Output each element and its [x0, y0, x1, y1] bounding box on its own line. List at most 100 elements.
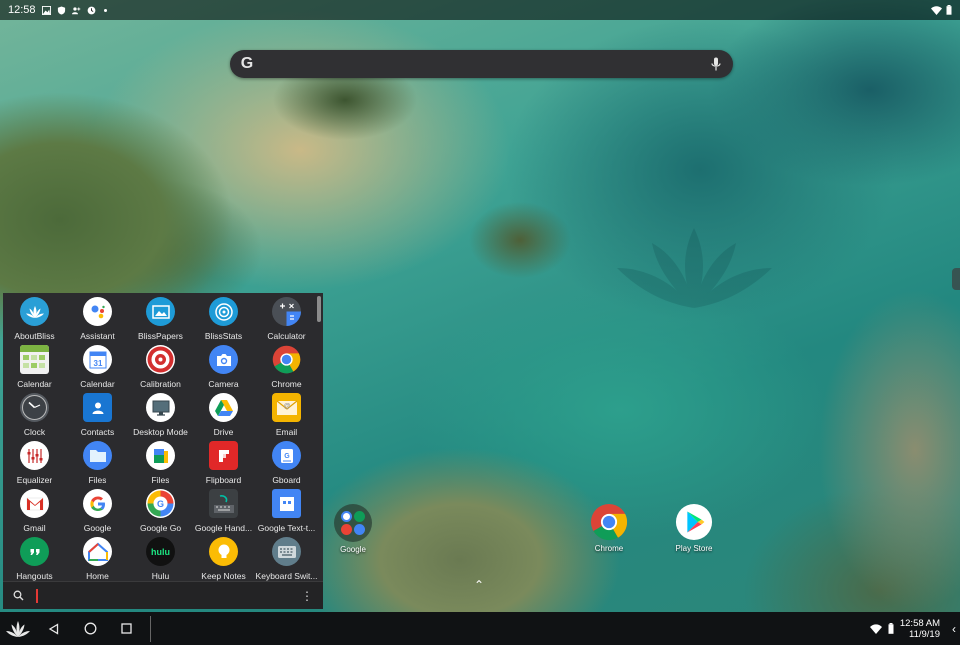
bliss-lotus-icon [20, 297, 49, 326]
more-vert-icon[interactable]: ⋮ [301, 590, 313, 602]
google-logo: G [240, 55, 254, 72]
app-label: Chrome [271, 379, 302, 389]
battery-icon [888, 623, 894, 634]
home-icon [84, 622, 96, 635]
svg-text:G: G [157, 499, 164, 509]
taskbar-clock[interactable]: 12:58 AM 11/9/19 [900, 618, 940, 640]
app-item-clock[interactable]: Clock [3, 391, 66, 439]
app-label: Equalizer [16, 475, 53, 485]
app-item-keyboard-switcher[interactable]: Keyboard Swit... [255, 535, 318, 583]
app-item-chrome[interactable]: Chrome [255, 343, 318, 391]
app-item-aboutbliss[interactable]: AboutBliss [3, 295, 66, 343]
assistant-icon [83, 297, 112, 326]
contacts-icon [83, 393, 112, 422]
app-item-home[interactable]: Home [66, 535, 129, 583]
app-item-google-go[interactable]: G Google Go [129, 487, 192, 535]
app-item-files-1[interactable]: Files [66, 439, 129, 487]
app-label: Keyboard Swit... [255, 571, 318, 581]
taskbar: 12:58 AM 11/9/19 ‹ [0, 612, 960, 645]
app-item-desktop-mode[interactable]: Desktop Mode [129, 391, 192, 439]
app-label: Gboard [272, 475, 301, 485]
app-item-hulu[interactable]: hulu Hulu [129, 535, 192, 583]
app-item-equalizer[interactable]: Equalizer [3, 439, 66, 487]
app-label: BlissPapers [138, 331, 183, 341]
app-item-hangouts[interactable]: Hangouts [3, 535, 66, 583]
app-item-blissstats[interactable]: BlissStats [192, 295, 255, 343]
gboard-icon: G [272, 441, 301, 470]
app-item-keep-notes[interactable]: Keep Notes [192, 535, 255, 583]
app-item-calendar-2[interactable]: 31 Calendar [66, 343, 129, 391]
keep-bulb-icon [209, 537, 238, 566]
desktop-icon-google-folder[interactable]: Google [318, 504, 388, 554]
hangouts-icon [20, 537, 49, 566]
app-drawer-up-arrow-icon[interactable]: ⌃ [474, 578, 484, 592]
equalizer-icon [20, 441, 49, 470]
system-tray[interactable]: 12:58 AM 11/9/19 ‹ [869, 618, 960, 640]
home-button[interactable] [72, 612, 108, 645]
calculator-icon [272, 297, 301, 326]
app-label: Google Text-t... [257, 523, 316, 533]
app-item-calibration[interactable]: Calibration [129, 343, 192, 391]
back-icon [48, 622, 59, 635]
app-item-google[interactable]: Google [66, 487, 129, 535]
drawer-search-bar[interactable]: ⋮ [3, 581, 323, 609]
chrome-icon [272, 345, 301, 374]
bliss-home-button[interactable] [0, 612, 36, 645]
text-to-speech-icon [272, 489, 301, 518]
monitor-icon [146, 393, 175, 422]
app-item-calculator[interactable]: Calculator [255, 295, 318, 343]
google-go-icon: G [146, 489, 175, 518]
app-item-blisspapers[interactable]: BlissPapers [129, 295, 192, 343]
desktop-icon-chrome[interactable]: Chrome [574, 503, 644, 553]
drive-icon [209, 393, 238, 422]
google-icon [83, 489, 112, 518]
files-go-icon [146, 441, 175, 470]
app-item-gboard[interactable]: G Gboard [255, 439, 318, 487]
app-item-drive[interactable]: Drive [192, 391, 255, 439]
recents-button[interactable] [108, 612, 144, 645]
app-item-calendar-1[interactable]: Calendar [3, 343, 66, 391]
app-label: Drive [213, 427, 234, 437]
email-icon: @ [272, 393, 301, 422]
camera-icon [209, 345, 238, 374]
keyboard-icon [272, 537, 301, 566]
taskbar-divider [150, 615, 151, 642]
flipboard-icon [209, 441, 238, 470]
edge-handle[interactable] [952, 268, 960, 290]
app-item-assistant[interactable]: Assistant [66, 295, 129, 343]
app-item-flipboard[interactable]: Flipboard [192, 439, 255, 487]
app-label: Hangouts [16, 571, 53, 581]
app-label: Contacts [80, 427, 115, 437]
svg-text:G: G [284, 453, 290, 460]
app-label: Clock [23, 427, 46, 437]
clock-time: 12:58 AM [899, 617, 940, 629]
app-label: Google Hand... [194, 523, 253, 533]
calendar-grid-icon [20, 345, 49, 374]
blisspapers-icon [146, 297, 175, 326]
google-search-bar[interactable]: G [230, 50, 733, 78]
app-label: Camera [208, 379, 239, 389]
app-item-contacts[interactable]: Contacts [66, 391, 129, 439]
search-icon [13, 590, 24, 601]
app-item-files-2[interactable]: Files [129, 439, 192, 487]
app-label: Calendar [17, 379, 52, 389]
back-button[interactable] [36, 612, 72, 645]
app-item-gmail[interactable]: Gmail [3, 487, 66, 535]
clock-icon [20, 393, 49, 422]
app-item-google-tts[interactable]: Google Text-t... [255, 487, 318, 535]
app-label: Email [275, 427, 298, 437]
app-item-email[interactable]: @ Email [255, 391, 318, 439]
gmail-icon [20, 489, 49, 518]
bliss-home-icon [6, 620, 30, 637]
desktop-icon-play-store[interactable]: Play Store [659, 503, 729, 553]
app-label: Calendar [80, 379, 115, 389]
chevron-left-icon[interactable]: ‹ [952, 622, 956, 636]
svg-text:31: 31 [93, 359, 102, 368]
app-label: Flipboard [205, 475, 242, 485]
mic-icon[interactable] [711, 57, 721, 72]
app-label: AboutBliss [14, 331, 55, 341]
wifi-icon [869, 623, 882, 634]
app-item-google-handwriting[interactable]: Google Hand... [192, 487, 255, 535]
app-item-camera[interactable]: Camera [192, 343, 255, 391]
lotus-watermark-icon [617, 228, 772, 308]
